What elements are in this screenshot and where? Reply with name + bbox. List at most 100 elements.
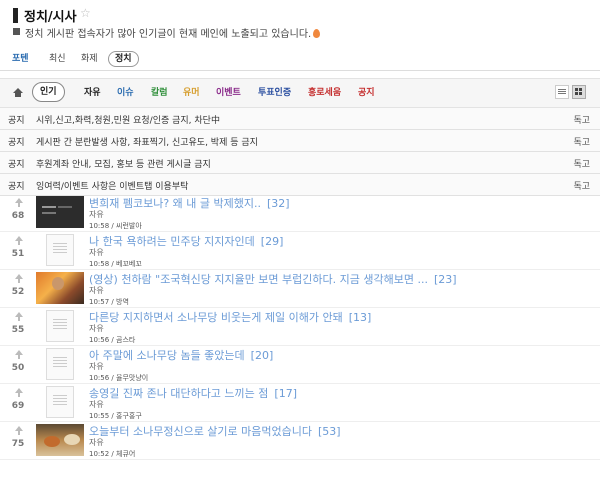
notice-author[interactable]: 독고	[573, 135, 590, 148]
tab-poten[interactable]: 포텐	[12, 52, 29, 66]
post-author[interactable]: 곰스타	[116, 336, 135, 344]
grid-view-button[interactable]	[572, 85, 586, 99]
comment-count[interactable]: [29]	[261, 235, 284, 248]
vote-count: 52	[11, 287, 25, 297]
vote-count: 69	[11, 401, 25, 411]
upvote-icon	[15, 388, 23, 397]
category-notice[interactable]: 공지	[358, 86, 375, 100]
post-row[interactable]: 69 송영길 진짜 존나 대단하다고 느끼는 점 [17] 자유 10:55 / …	[0, 384, 600, 422]
post-row[interactable]: 50 아 주말에 소나무당 놈들 좋았는데 [20] 자유 10:56 / 율무맛…	[0, 346, 600, 384]
document-icon[interactable]	[46, 310, 74, 342]
post-list: 68 변희재 펨코보나? 왜 내 글 박제했지.. [32] 자유 10:58 /…	[0, 194, 600, 460]
post-title[interactable]: (영상) 천하람 "조국혁신당 지지율만 보면 부럽긴하다. 지금 생각해보면 …	[89, 271, 457, 287]
post-board: 자유	[89, 400, 104, 409]
document-icon[interactable]	[46, 348, 74, 380]
post-author[interactable]: 씨런발아	[116, 222, 142, 230]
notice-title[interactable]: 후원계좌 안내, 모집, 홍보 등 관련 게시글 금지	[36, 157, 211, 170]
post-thumbnail[interactable]	[36, 272, 84, 304]
post-title[interactable]: 송영길 진짜 존나 대단하다고 느끼는 점 [17]	[89, 385, 297, 401]
post-meta: 10:56 / 곰스타	[89, 336, 136, 344]
post-meta: 10:58 / 씨런발아	[89, 222, 142, 230]
post-meta: 10:52 / 체큐어	[89, 450, 136, 458]
notice-label: 공지	[8, 138, 25, 148]
post-title[interactable]: 나 한국 욕하려는 민주당 지지자인데 [29]	[89, 233, 283, 249]
post-thumbnail[interactable]	[36, 424, 84, 456]
board-subtitle: 정치 게시판 접속자가 많아 인기글이 현재 메인에 노출되고 있습니다.	[25, 25, 321, 40]
post-row[interactable]: 68 변희재 펨코보나? 왜 내 글 박제했지.. [32] 자유 10:58 /…	[0, 194, 600, 232]
post-author[interactable]: 체큐어	[116, 450, 135, 458]
notice-author[interactable]: 독고	[573, 113, 590, 126]
board-title[interactable]: 정치/시사	[24, 6, 77, 25]
category-issue[interactable]: 이슈	[117, 86, 134, 100]
notice-title[interactable]: 게시판 간 분란발생 사항, 좌표찍기, 신고유도, 박제 등 금지	[36, 135, 258, 148]
notice-label: 공지	[8, 182, 25, 192]
board-tabs: 포텐 최신 화제 정치	[0, 48, 600, 71]
list-view-button[interactable]	[555, 85, 569, 99]
category-popular[interactable]: 인기	[32, 82, 65, 102]
subtitle-marker-icon	[13, 28, 20, 35]
comment-count[interactable]: [53]	[318, 425, 341, 438]
comment-count[interactable]: [13]	[349, 311, 372, 324]
post-meta: 10:56 / 율무맛냥이	[89, 374, 149, 382]
category-free[interactable]: 자유	[84, 86, 101, 100]
post-board: 자유	[89, 210, 104, 219]
notice-row[interactable]: 공지 시위,신고,화력,청원,민원 요청/인증 금지, 차단中 독고	[0, 108, 600, 130]
post-row[interactable]: 51 나 한국 욕하려는 민주당 지지자인데 [29] 자유 10:58 / 베꼬…	[0, 232, 600, 270]
vote-count: 50	[11, 363, 25, 373]
post-title[interactable]: 아 주말에 소나무당 놈들 좋았는데 [20]	[89, 347, 273, 363]
post-title[interactable]: 다른당 지지하면서 소나무당 비웃는게 제일 이해가 안돼 [13]	[89, 309, 371, 325]
category-event[interactable]: 이벤트	[216, 86, 241, 100]
notice-list: 공지 시위,신고,화력,청원,민원 요청/인증 금지, 차단中 독고 공지 게시…	[0, 108, 600, 196]
category-bar: 인기 자유 이슈 칼럼 유머 이벤트 투표인증 홍로세움 공지	[0, 78, 600, 108]
notice-author[interactable]: 독고	[573, 157, 590, 170]
comment-count[interactable]: [20]	[251, 349, 274, 362]
post-author[interactable]: 베꼬베꼬	[116, 260, 142, 268]
post-row[interactable]: 55 다른당 지지하면서 소나무당 비웃는게 제일 이해가 안돼 [13] 자유 …	[0, 308, 600, 346]
post-meta: 10:55 / 홍구홍구	[89, 412, 142, 420]
post-author[interactable]: 율무맛냥이	[116, 374, 148, 382]
category-humor[interactable]: 유머	[183, 86, 200, 100]
tab-politics[interactable]: 정치	[108, 51, 139, 67]
notice-row[interactable]: 공지 잉여력/이벤트 사항은 이벤트탭 이용부탁 독고	[0, 174, 600, 196]
post-board: 자유	[89, 286, 104, 295]
comment-count[interactable]: [23]	[434, 273, 457, 286]
fire-icon	[313, 29, 321, 38]
document-icon[interactable]	[46, 234, 74, 266]
post-author[interactable]: 홍구홍구	[116, 412, 142, 420]
post-title[interactable]: 오늘부터 소나무정신으로 살기로 마음먹었습니다 [53]	[89, 423, 341, 439]
category-column[interactable]: 칼럼	[151, 86, 168, 100]
vote-count: 75	[11, 439, 25, 449]
post-row[interactable]: 52 (영상) 천하람 "조국혁신당 지지율만 보면 부럽긴하다. 지금 생각해…	[0, 270, 600, 308]
post-meta: 10:58 / 베꼬베꼬	[89, 260, 142, 268]
upvote-icon	[15, 426, 23, 435]
post-board: 자유	[89, 362, 104, 371]
tab-hot[interactable]: 화제	[81, 52, 98, 66]
notice-title[interactable]: 잉여력/이벤트 사항은 이벤트탭 이용부탁	[36, 179, 188, 192]
tab-latest[interactable]: 최신	[49, 52, 66, 66]
post-row[interactable]: 75 오늘부터 소나무정신으로 살기로 마음먹었습니다 [53] 자유 10:52…	[0, 422, 600, 460]
post-title[interactable]: 변희재 펨코보나? 왜 내 글 박제했지.. [32]	[89, 195, 290, 211]
vote-count: 51	[11, 249, 25, 259]
board-header: 정치/시사 ☆ 정치 게시판 접속자가 많아 인기글이 현재 메인에 노출되고 …	[0, 0, 600, 44]
upvote-icon	[15, 236, 23, 245]
post-board: 자유	[89, 438, 104, 447]
category-vote-cert[interactable]: 투표인증	[258, 86, 291, 100]
notice-label: 공지	[8, 160, 25, 170]
category-hongro[interactable]: 홍로세움	[308, 86, 341, 100]
notice-row[interactable]: 공지 후원계좌 안내, 모집, 홍보 등 관련 게시글 금지 독고	[0, 152, 600, 174]
home-icon[interactable]	[13, 88, 23, 97]
notice-row[interactable]: 공지 게시판 간 분란발생 사항, 좌표찍기, 신고유도, 박제 등 금지 독고	[0, 130, 600, 152]
vote-count: 68	[11, 211, 25, 221]
notice-author[interactable]: 독고	[573, 179, 590, 192]
upvote-icon	[15, 198, 23, 207]
star-icon[interactable]: ☆	[80, 6, 91, 20]
post-thumbnail[interactable]	[36, 196, 84, 228]
comment-count[interactable]: [32]	[267, 197, 290, 210]
post-author[interactable]: 방역	[116, 298, 129, 306]
document-icon[interactable]	[46, 386, 74, 418]
comment-count[interactable]: [17]	[274, 387, 297, 400]
list-view-icon	[558, 89, 566, 90]
post-meta: 10:57 / 방역	[89, 298, 129, 306]
upvote-icon	[15, 312, 23, 321]
notice-title[interactable]: 시위,신고,화력,청원,민원 요청/인증 금지, 차단中	[36, 113, 220, 126]
